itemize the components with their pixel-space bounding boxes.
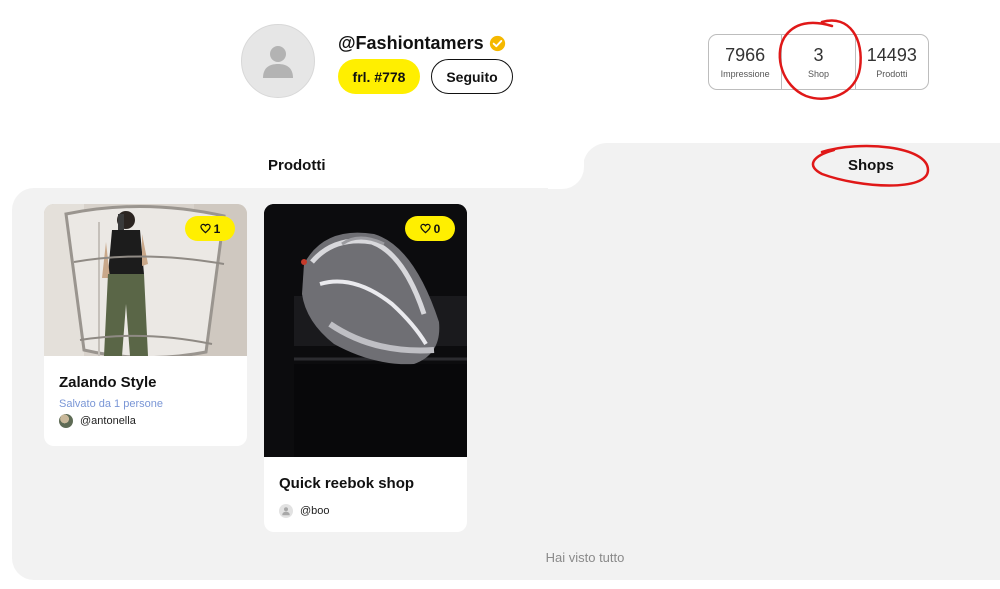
- stat-impressions[interactable]: 7966 Impressione: [709, 35, 783, 89]
- profile-stats: 7966 Impressione 3 Shop 14493 Prodotti: [708, 34, 929, 90]
- shop-card-image: 0: [264, 204, 467, 457]
- stat-value: 3: [813, 45, 824, 65]
- stat-value: 7966: [725, 45, 766, 65]
- rank-badge: frl. #778: [338, 59, 420, 94]
- shops-tab-background: [583, 143, 1000, 193]
- shop-card-owner[interactable]: @antonella: [59, 414, 247, 428]
- sneaker-image: [264, 204, 467, 457]
- shop-card-title: Zalando Style: [59, 374, 157, 391]
- stat-value: 14493: [866, 45, 917, 65]
- shop-card-saved-count: Salvato da 1 persone: [59, 398, 163, 410]
- profile-page: @Fashiontamers frl. #778 Seguito 7966 Im…: [0, 0, 1000, 589]
- stat-label: Prodotti: [876, 69, 908, 79]
- like-count: 0: [433, 221, 441, 236]
- tab-shops[interactable]: Shops: [848, 157, 894, 174]
- username-text: @Fashiontamers: [338, 33, 484, 53]
- owner-username: @antonella: [80, 415, 136, 427]
- follow-button[interactable]: Seguito: [431, 59, 513, 94]
- avatar: [279, 504, 293, 518]
- stat-shops[interactable]: 3 Shop: [782, 35, 856, 89]
- like-badge[interactable]: 0: [405, 216, 455, 241]
- user-placeholder-icon: [282, 507, 290, 516]
- stat-products[interactable]: 14493 Prodotti: [856, 35, 928, 89]
- heart-icon: [419, 223, 431, 234]
- shop-card[interactable]: 0 Quick reebok shop @boo: [264, 204, 467, 532]
- heart-icon: [199, 223, 211, 234]
- tab-products[interactable]: Prodotti: [268, 157, 326, 174]
- shop-card-owner[interactable]: @boo: [279, 504, 467, 518]
- stat-label: Shop: [807, 69, 829, 79]
- user-placeholder-icon: [263, 46, 293, 78]
- like-badge[interactable]: 1: [185, 216, 235, 241]
- owner-username: @boo: [300, 505, 330, 517]
- verified-icon: [489, 35, 505, 52]
- shop-card-title: Quick reebok shop: [279, 475, 415, 492]
- shop-card-image: 1: [44, 204, 247, 356]
- end-of-list-text: Hai visto tutto: [545, 550, 625, 565]
- profile-username: @Fashiontamers: [338, 33, 506, 54]
- like-count: 1: [213, 221, 221, 236]
- profile-avatar[interactable]: [241, 24, 315, 98]
- avatar: [59, 414, 73, 428]
- shop-card[interactable]: 1 Zalando Style Salvato da 1 persone @an…: [44, 204, 247, 446]
- stat-label: Impressione: [720, 69, 770, 79]
